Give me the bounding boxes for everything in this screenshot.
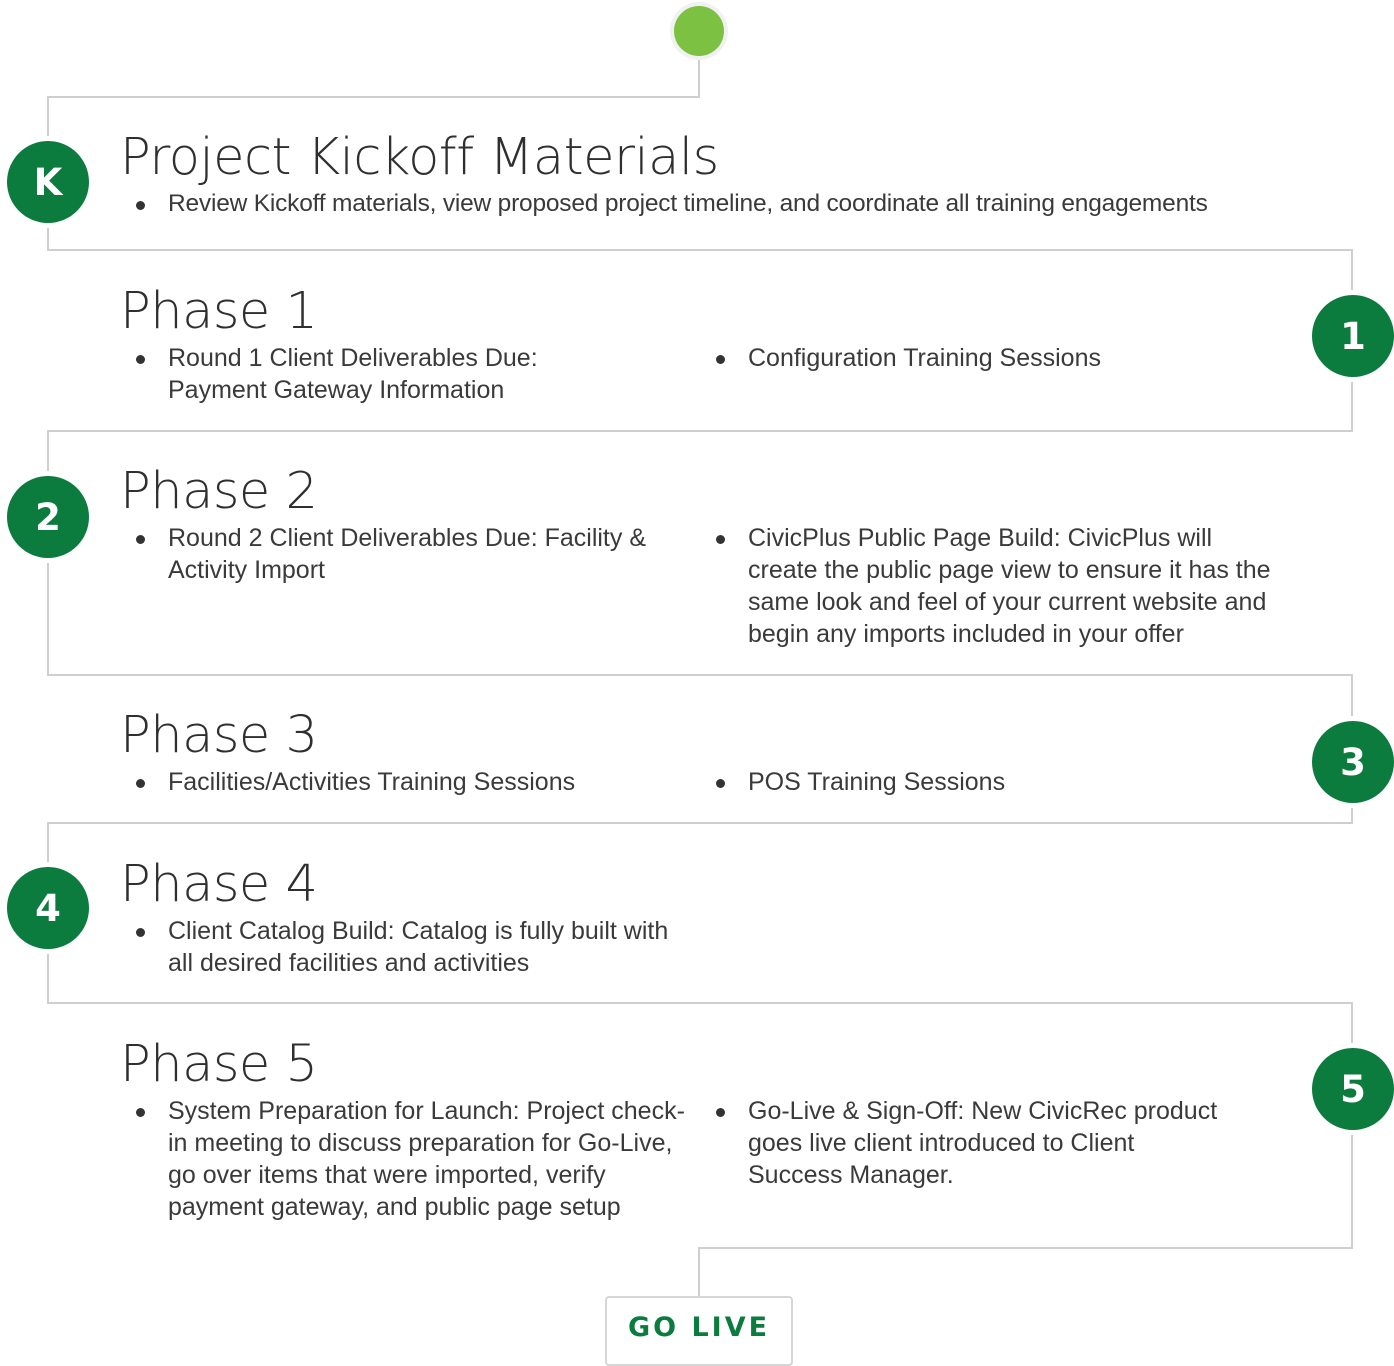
phase-5-section: Phase 5 System Preparation for Launch: P… xyxy=(120,1037,1300,1223)
phase-4-section: Phase 4 Client Catalog Build: Catalog is… xyxy=(120,857,1300,979)
phase-2-badge: 2 xyxy=(7,476,89,558)
phase-4-left-bullets: Client Catalog Build: Catalog is fully b… xyxy=(120,915,700,979)
kickoff-title: Project Kickoff Materials xyxy=(120,128,719,187)
phase-2-section: Phase 2 Round 2 Client Deliverables Due:… xyxy=(120,464,1300,650)
go-live-label: GO LIVE xyxy=(627,1311,771,1343)
bullet-item: Client Catalog Build: Catalog is fully b… xyxy=(120,915,700,979)
phase-2-right-bullets: CivicPlus Public Page Build: CivicPlus w… xyxy=(700,522,1280,650)
bullet-item: Round 1 Client Deliverables Due: Payment… xyxy=(120,342,700,406)
kickoff-bullets: Review Kickoff materials, view proposed … xyxy=(120,188,1300,220)
phase-5-title: Phase 5 xyxy=(120,1035,318,1094)
bullet-item: System Preparation for Launch: Project c… xyxy=(120,1095,700,1223)
start-dot xyxy=(674,6,724,56)
phase-5-right-bullets: Go-Live & Sign-Off: New CivicRec product… xyxy=(700,1095,1280,1191)
phase-5-badge: 5 xyxy=(1312,1048,1394,1130)
bullet-item: POS Training Sessions xyxy=(700,766,1280,798)
kickoff-badge: K xyxy=(7,141,89,223)
phase-3-section: Phase 3 Facilities/Activities Training S… xyxy=(120,708,1300,798)
phase-3-title: Phase 3 xyxy=(120,706,318,765)
phase-1-left-bullets: Round 1 Client Deliverables Due: Payment… xyxy=(120,342,700,406)
bullet-item: Review Kickoff materials, view proposed … xyxy=(120,188,1300,220)
phase-3-left-bullets: Facilities/Activities Training Sessions xyxy=(120,766,700,798)
phase-2-title: Phase 2 xyxy=(120,462,318,521)
go-live-box: GO LIVE xyxy=(605,1296,793,1366)
bullet-item: Go-Live & Sign-Off: New CivicRec product… xyxy=(700,1095,1280,1191)
phase-2-left-bullets: Round 2 Client Deliverables Due: Facilit… xyxy=(120,522,700,586)
bullet-item: Round 2 Client Deliverables Due: Facilit… xyxy=(120,522,700,586)
timeline-diagram: K Project Kickoff Materials Review Kicko… xyxy=(0,0,1394,1366)
phase-1-section: Phase 1 Round 1 Client Deliverables Due:… xyxy=(120,284,1300,406)
bullet-item: Facilities/Activities Training Sessions xyxy=(120,766,700,798)
phase-1-title: Phase 1 xyxy=(120,282,318,341)
phase-4-title: Phase 4 xyxy=(120,855,318,914)
phase-4-badge: 4 xyxy=(7,867,89,949)
bullet-item: Configuration Training Sessions xyxy=(700,342,1280,374)
phase-1-badge: 1 xyxy=(1312,295,1394,377)
bullet-item: CivicPlus Public Page Build: CivicPlus w… xyxy=(700,522,1280,650)
phase-5-left-bullets: System Preparation for Launch: Project c… xyxy=(120,1095,700,1223)
phase-3-badge: 3 xyxy=(1312,721,1394,803)
kickoff-section: Project Kickoff Materials Review Kickoff… xyxy=(120,130,1300,220)
phase-3-right-bullets: POS Training Sessions xyxy=(700,766,1280,798)
phase-1-right-bullets: Configuration Training Sessions xyxy=(700,342,1280,374)
